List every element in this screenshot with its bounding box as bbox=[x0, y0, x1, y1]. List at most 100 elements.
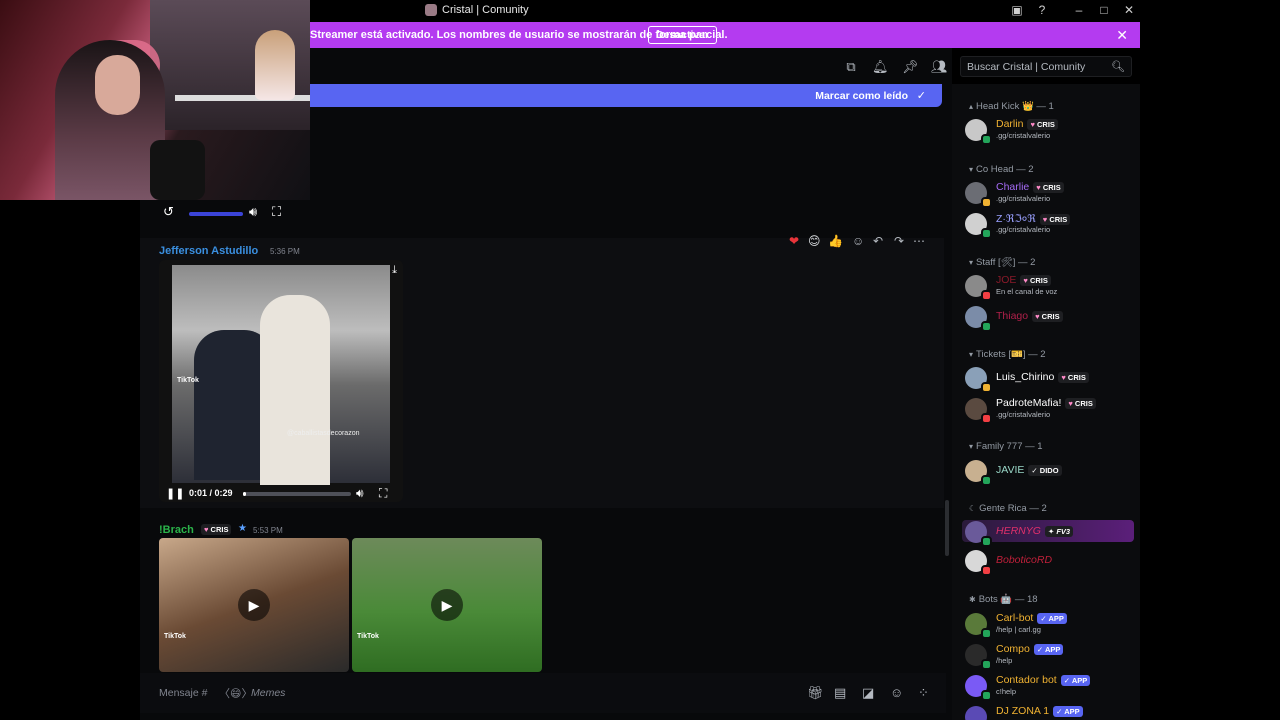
inbox-icon[interactable]: ▣ bbox=[1009, 3, 1025, 17]
message-composer[interactable]: Mensaje # 〈😄〉 Memes 🎁︎ ▤ ◪ ☺ ⁘ bbox=[140, 673, 946, 713]
search-input[interactable]: Buscar Cristal | Comunity 🔍︎ bbox=[960, 56, 1132, 77]
member-item[interactable]: Compo ✓ APP /help bbox=[965, 642, 1135, 670]
search-placeholder: Buscar Cristal | Comunity bbox=[967, 61, 1086, 73]
member-status: .gg/cristalvalerio bbox=[996, 131, 1051, 140]
composer-channel: Memes bbox=[251, 687, 286, 699]
server-logo-icon bbox=[425, 4, 437, 16]
message-time: 5:53 PM bbox=[253, 526, 283, 535]
maximize-button[interactable]: □ bbox=[1096, 3, 1112, 17]
mark-as-read-bar[interactable]: Marcar como leído ✓ bbox=[300, 84, 942, 107]
message-actions: ❤ 😊 👍 ☺ ↶ ↷ ⋯ bbox=[786, 232, 932, 252]
message-author[interactable]: !Brach bbox=[159, 524, 194, 536]
volume-icon[interactable]: 🔊︎ bbox=[356, 486, 364, 501]
fullscreen-icon[interactable]: ⛶ bbox=[379, 486, 387, 501]
member-item[interactable]: Charlie ♥ CRIS .gg/cristalvalerio bbox=[965, 180, 1135, 208]
deactivate-button[interactable]: Desactivar bbox=[648, 26, 718, 44]
star-icon: ★ bbox=[238, 523, 247, 534]
video-frame: TikTok @caballistasdecorazon bbox=[172, 265, 390, 485]
member-status: .gg/cristalvalerio bbox=[996, 225, 1051, 234]
channel-emoji-icon: 〈😄〉 bbox=[219, 688, 253, 700]
play-icon[interactable]: ▶ bbox=[238, 589, 270, 621]
banner-close-icon[interactable]: ✕ bbox=[1116, 27, 1128, 44]
member-name: Darlin ♥ CRIS bbox=[996, 118, 1058, 130]
forward-icon[interactable]: ↷ bbox=[894, 234, 904, 248]
threads-icon[interactable]: ⧉ bbox=[843, 59, 859, 75]
video-attachment[interactable]: TikTok @caballistasdecorazon ⤓ ❚❚ 0:01 /… bbox=[159, 260, 403, 502]
tiktok-label: TikTok bbox=[177, 377, 199, 384]
reply-icon[interactable]: ↶ bbox=[873, 234, 883, 248]
emoji-icon[interactable]: ☺ bbox=[890, 685, 903, 700]
member-name: DJ ZONA 1 ✓ APP bbox=[996, 705, 1083, 717]
more-icon[interactable]: ⋯ bbox=[913, 234, 925, 248]
member-list: ▴ Head Kick 👑 — 1 Darlin ♥ CRIS .gg/crista… bbox=[952, 84, 1140, 720]
bell-icon[interactable]: 🔔︎ bbox=[872, 59, 889, 75]
member-list-icon[interactable]: 👥︎ bbox=[931, 59, 948, 75]
heart-reaction-icon[interactable]: ❤ bbox=[789, 234, 799, 248]
search-icon: 🔍︎ bbox=[1111, 61, 1125, 73]
member-name: Charlie ♥ CRIS bbox=[996, 181, 1064, 193]
member-name: JOE ♥ CRIS bbox=[996, 274, 1051, 286]
message-time: 5:36 PM bbox=[270, 247, 300, 256]
member-item[interactable]: Contador bot ✓ APP c!help bbox=[965, 673, 1135, 701]
streamer-mode-banner: Streamer está activado. Los nombres de u… bbox=[300, 22, 1140, 48]
member-item[interactable]: Z·ℜℑ०ℜ ♥ CRIS .gg/cristalvalerio bbox=[965, 211, 1135, 239]
composer-placeholder: Mensaje # bbox=[159, 687, 208, 699]
member-item[interactable]: DJ ZONA 1 ✓ APP bbox=[965, 704, 1135, 720]
close-button[interactable]: ✕ bbox=[1121, 3, 1137, 17]
role-group-header: ▴ Head Kick 👑 — 1 bbox=[969, 101, 1054, 112]
member-item[interactable]: JOE ♥ CRIS En el canal de voz bbox=[965, 273, 1135, 301]
smile-reaction-icon[interactable]: 😊 bbox=[808, 234, 821, 248]
replay-icon[interactable]: ↺ bbox=[163, 204, 174, 222]
apps-icon[interactable]: ⁘ bbox=[918, 685, 929, 701]
pause-icon[interactable]: ❚❚ bbox=[166, 487, 184, 500]
member-name: Luis_Chirino ♥ CRIS bbox=[996, 371, 1089, 383]
video-controls: ❚❚ 0:01 / 0:29 🔊︎ ⛶ bbox=[159, 485, 403, 502]
member-status: /help bbox=[996, 656, 1013, 665]
member-status: .gg/cristalvalerio bbox=[996, 410, 1051, 419]
gif-icon[interactable]: ▤ bbox=[834, 685, 846, 701]
member-item[interactable]: JAVIE ✓ DIDO bbox=[965, 458, 1135, 486]
thumbs-up-reaction-icon[interactable]: 👍 bbox=[828, 234, 843, 248]
member-name: Carl-bot ✓ APP bbox=[996, 612, 1067, 624]
member-status: /help | carl.gg bbox=[996, 625, 1041, 634]
tiktok-label: TikTok bbox=[164, 633, 186, 640]
play-icon[interactable]: ▶ bbox=[431, 589, 463, 621]
volume-icon[interactable]: 🔊︎ bbox=[249, 204, 257, 222]
pin-icon[interactable]: 📌︎ bbox=[902, 59, 919, 75]
role-group-header: ▾ Tickets [🎫] — 2 bbox=[969, 349, 1046, 360]
member-item[interactable]: Darlin ♥ CRIS .gg/cristalvalerio bbox=[965, 117, 1135, 145]
role-group-header: ▾ Staff [🛠] — 2 bbox=[969, 257, 1036, 268]
member-item[interactable]: Carl-bot ✓ APP /help | carl.gg bbox=[965, 611, 1135, 639]
tiktok-label: TikTok bbox=[357, 633, 379, 640]
video-time: 0:01 / 0:29 bbox=[189, 488, 233, 498]
help-icon[interactable]: ? bbox=[1034, 3, 1050, 17]
member-status: c!help bbox=[996, 687, 1017, 696]
window-title-text: Cristal | Comunity bbox=[442, 4, 529, 16]
role-group-header: ▾ Family 777 — 1 bbox=[969, 441, 1043, 452]
member-name: Compo ✓ APP bbox=[996, 643, 1064, 655]
video-watermark: @caballistasdecorazon bbox=[287, 430, 360, 437]
download-icon[interactable]: ⤓ bbox=[392, 264, 397, 277]
member-name: Thiago ♥ CRIS bbox=[996, 310, 1063, 322]
sticker-icon[interactable]: ◪ bbox=[862, 685, 874, 701]
video-thumbnail[interactable]: ▶ TikTok bbox=[352, 538, 542, 672]
webcam-overlay bbox=[0, 0, 310, 200]
avatar bbox=[965, 706, 987, 720]
member-item[interactable]: BoboticoRD bbox=[965, 548, 1135, 576]
add-reaction-icon[interactable]: ☺ bbox=[852, 234, 864, 248]
member-name: BoboticoRD bbox=[996, 554, 1053, 566]
chat-scrollbar[interactable] bbox=[945, 500, 949, 556]
member-item[interactable]: HERNYG ✦ FV3 bbox=[965, 519, 1135, 547]
video-thumbnail[interactable]: ▶ TikTok bbox=[159, 538, 349, 672]
member-name: Z·ℜℑ०ℜ ♥ CRIS bbox=[996, 212, 1071, 226]
message-author[interactable]: Jefferson Astudillo bbox=[159, 245, 258, 257]
fullscreen-icon[interactable]: ⛶ bbox=[272, 204, 281, 222]
video-progress[interactable] bbox=[243, 492, 351, 496]
minimize-button[interactable]: – bbox=[1071, 3, 1087, 17]
member-item[interactable]: Thiago ♥ CRIS bbox=[965, 304, 1135, 332]
gift-icon[interactable]: 🎁︎ bbox=[807, 685, 824, 701]
volume-slider[interactable] bbox=[189, 212, 243, 216]
mark-read-icon: ✓ bbox=[916, 90, 926, 102]
member-item[interactable]: PadroteMafia! ♥ CRIS .gg/cristalvalerio bbox=[965, 396, 1135, 424]
member-item[interactable]: Luis_Chirino ♥ CRIS bbox=[965, 365, 1135, 393]
